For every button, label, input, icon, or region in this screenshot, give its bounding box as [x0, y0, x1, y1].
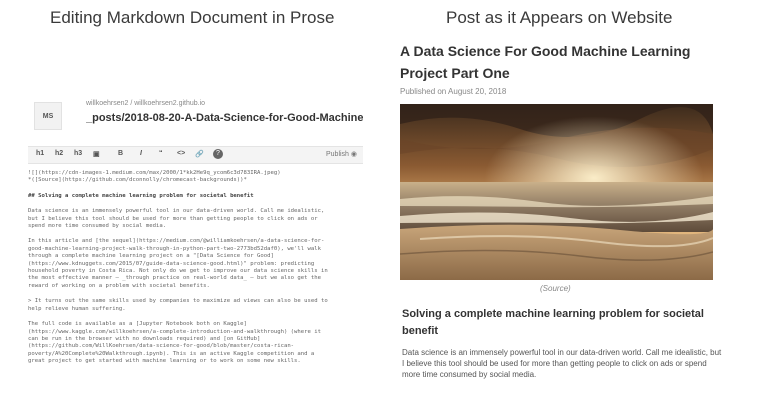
heading2-button[interactable]: h2: [55, 150, 63, 157]
link-icon[interactable]: 🔗: [195, 150, 204, 158]
markdown-line: ![](https://cdn-images-1.medium.com/max/…: [28, 170, 281, 184]
markdown-editor[interactable]: ![](https://cdn-images-1.medium.com/max/…: [28, 170, 363, 385]
quote-icon[interactable]: “: [159, 150, 163, 157]
bold-button[interactable]: B: [118, 150, 123, 157]
markdown-line: In this article and [the sequel](https:/…: [28, 238, 328, 289]
heading3-button[interactable]: h3: [74, 150, 82, 157]
prose-editor: MS willkoehrsen2 / willkoehrsen2.github.…: [28, 88, 363, 388]
post-title: A Data Science For Good Machine Learning…: [400, 43, 691, 81]
repo-owner-link[interactable]: willkoehrsen2 / willkoehrsen2.github.io: [86, 100, 205, 107]
markdown-line: > It turns out the same skills used by c…: [28, 298, 328, 312]
published-date: Published on August 20, 2018: [400, 87, 507, 96]
repo-avatar[interactable]: MS: [34, 102, 62, 130]
markdown-line: Data science is an immensely powerful to…: [28, 208, 325, 230]
image-source-caption[interactable]: (Source): [540, 284, 571, 293]
image-icon[interactable]: ▣: [93, 150, 100, 158]
right-caption: Post as it Appears on Website: [446, 8, 673, 27]
heading1-button[interactable]: h1: [36, 150, 44, 157]
left-caption: Editing Markdown Document in Prose: [50, 8, 335, 27]
markdown-line: The full code is available as a [Jupyter…: [28, 321, 321, 365]
markdown-line: ## Solving a complete machine learning p…: [28, 192, 254, 199]
help-icon[interactable]: ?: [213, 149, 223, 159]
editor-toolbar: h1 h2 h3 ▣ B I “ <> 🔗 ? Publish ◉: [28, 146, 363, 164]
code-icon[interactable]: <>: [177, 150, 185, 157]
section-heading: Solving a complete machine learning prob…: [402, 308, 704, 337]
intro-paragraph: Data science is an immensely powerful to…: [402, 348, 722, 379]
repo-header: MS willkoehrsen2 / willkoehrsen2.github.…: [28, 98, 363, 134]
file-path[interactable]: _posts/2018-08-20-A-Data-Science-for-Goo…: [86, 112, 363, 124]
italic-button[interactable]: I: [140, 150, 142, 157]
publish-button[interactable]: Publish ◉: [326, 150, 357, 158]
beach-sunset-image: [400, 104, 713, 280]
